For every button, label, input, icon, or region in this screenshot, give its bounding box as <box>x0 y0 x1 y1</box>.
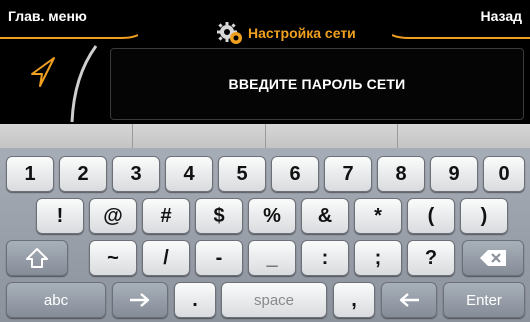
backspace-icon <box>480 250 506 266</box>
shift-icon <box>26 248 48 268</box>
on-screen-keyboard: 1 2 3 4 5 6 7 8 9 0 ! @ # $ % & * ( ) ~ … <box>0 148 530 322</box>
suggestion-slot[interactable] <box>266 124 399 148</box>
key-period[interactable]: . <box>174 282 216 318</box>
key-left-paren[interactable]: ( <box>407 198 455 234</box>
suggestion-slot[interactable] <box>398 124 530 148</box>
key-semicolon[interactable]: ; <box>354 240 402 276</box>
key-question[interactable]: ? <box>407 240 455 276</box>
key-5[interactable]: 5 <box>218 156 266 192</box>
cursor-left-key[interactable] <box>381 282 437 318</box>
key-1[interactable]: 1 <box>6 156 54 192</box>
key-hash[interactable]: # <box>142 198 190 234</box>
key-tilde[interactable]: ~ <box>89 240 137 276</box>
key-minus[interactable]: - <box>195 240 243 276</box>
key-6[interactable]: 6 <box>271 156 319 192</box>
backspace-key[interactable] <box>462 240 524 276</box>
key-exclamation[interactable]: ! <box>36 198 84 234</box>
main-menu-button[interactable]: Глав. меню <box>8 8 87 24</box>
key-0[interactable]: 0 <box>483 156 525 192</box>
suggestion-bar <box>0 124 530 148</box>
suggestion-slot[interactable] <box>133 124 266 148</box>
key-7[interactable]: 7 <box>324 156 372 192</box>
key-8[interactable]: 8 <box>377 156 425 192</box>
key-4[interactable]: 4 <box>165 156 213 192</box>
key-at[interactable]: @ <box>89 198 137 234</box>
key-3[interactable]: 3 <box>112 156 160 192</box>
arrow-right-icon <box>130 293 150 307</box>
key-2[interactable]: 2 <box>59 156 107 192</box>
page-title: Настройка сети <box>216 20 356 46</box>
password-input-field[interactable]: ВВЕДИТЕ ПАРОЛЬ СЕТИ <box>110 48 524 120</box>
key-underscore[interactable]: _ <box>248 240 296 276</box>
suggestion-slot[interactable] <box>0 124 133 148</box>
key-ampersand[interactable]: & <box>301 198 349 234</box>
key-right-paren[interactable]: ) <box>460 198 508 234</box>
arrow-left-icon <box>399 293 419 307</box>
key-colon[interactable]: : <box>301 240 349 276</box>
key-dollar[interactable]: $ <box>195 198 243 234</box>
key-comma[interactable]: , <box>333 282 375 318</box>
abc-key[interactable]: abc <box>6 282 106 318</box>
space-key[interactable]: space <box>221 282 327 318</box>
key-percent[interactable]: % <box>248 198 296 234</box>
settings-gear-icon <box>217 22 242 44</box>
key-asterisk[interactable]: * <box>354 198 402 234</box>
page-title-text: Настройка сети <box>248 25 356 41</box>
key-9[interactable]: 9 <box>430 156 478 192</box>
header-divider-stroke <box>70 45 98 123</box>
shift-key[interactable] <box>6 240 68 276</box>
password-prompt-text: ВВЕДИТЕ ПАРОЛЬ СЕТИ <box>228 76 406 92</box>
back-button[interactable]: Назад <box>480 8 522 24</box>
navigation-arrow-icon[interactable] <box>28 54 58 88</box>
key-slash[interactable]: / <box>142 240 190 276</box>
enter-key[interactable]: Enter <box>443 282 525 318</box>
cursor-right-key[interactable] <box>112 282 168 318</box>
header-right-accent-line <box>392 34 530 39</box>
